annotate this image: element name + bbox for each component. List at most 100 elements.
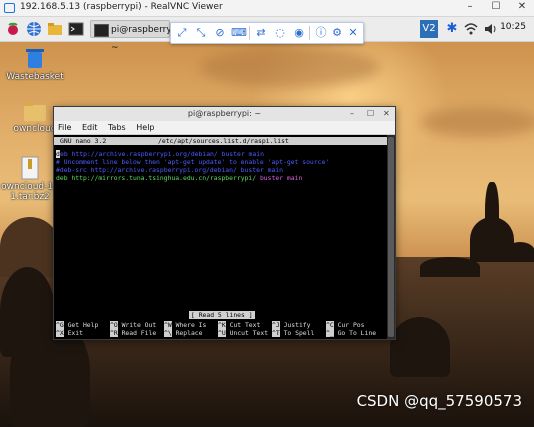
menu-file[interactable]: File: [58, 123, 71, 132]
file-line-2[interactable]: # Uncomment line below then 'apt-get upd…: [56, 158, 329, 166]
record-icon[interactable]: ◉: [291, 25, 307, 41]
shortcut-label: To Spell: [283, 329, 315, 337]
shortcut-write-out[interactable]: ^O Write Out: [110, 321, 156, 329]
shortcut-get-help[interactable]: ^G Get Help: [56, 321, 98, 329]
scale-icon[interactable]: ⤡: [193, 25, 209, 41]
menu-help[interactable]: Help: [136, 123, 154, 132]
shortcut-exit[interactable]: ^X Exit: [56, 329, 83, 337]
file-line-text: #deb-src http://archive.raspberrypi.org/…: [56, 166, 284, 174]
menu-tabs[interactable]: Tabs: [108, 123, 126, 132]
folder-icon: [23, 100, 47, 122]
shortcut-label: Get Help: [67, 321, 99, 329]
terminal-launcher-icon[interactable]: [68, 21, 84, 37]
shortcut-go-to-line[interactable]: ^_ Go To Line: [326, 329, 376, 337]
terminal-close-button[interactable]: ✕: [383, 107, 390, 121]
file-line-text: eb http://archive.raspberrypi.org/debian…: [60, 150, 264, 158]
file-manager-icon[interactable]: [47, 21, 63, 37]
shortcut-label: Read File: [121, 329, 157, 337]
terminal-minimize-button[interactable]: –: [350, 107, 354, 121]
nano-header: GNU nano 3.2 /etc/apt/sources.list.d/ras…: [54, 137, 387, 145]
vnc-toolbar: ⤢ ⤡ ⊘ ⌨ ⇄ ◌ ◉ ⓘ ⚙ ✕: [170, 22, 364, 44]
transfer-icon[interactable]: ⇄: [253, 25, 269, 41]
close-icon[interactable]: ✕: [345, 25, 361, 41]
shortcut-label: Justify: [283, 321, 311, 329]
volume-icon[interactable]: [483, 21, 499, 37]
shortcut-key: ^K: [218, 321, 226, 329]
wastebasket-icon: [23, 46, 47, 70]
close-window-button[interactable]: ✕: [512, 1, 532, 15]
wifi-icon[interactable]: [463, 21, 479, 37]
desktop-icon-owncloud-archive[interactable]: owncloud-10 1.tar.bz2: [0, 156, 60, 202]
scrollbar-thumb[interactable]: [388, 137, 394, 337]
send-keys-icon[interactable]: ⌨: [231, 25, 247, 41]
shortcut-key: ^U: [218, 329, 226, 337]
bluetooth-icon[interactable]: ✱: [444, 21, 460, 37]
maximize-button[interactable]: ☐: [486, 1, 506, 15]
nano-shortcuts-row-2: ^X Exit ^R Read File ^\ Replace ^U Uncut…: [54, 329, 387, 337]
file-line-text: # Uncomment line below then 'apt-get upd…: [56, 158, 330, 166]
shortcut-read-file[interactable]: ^R Read File: [110, 329, 156, 337]
raspberry-menu-icon[interactable]: [5, 21, 21, 37]
desktop-icon-label: Wastebasket: [6, 72, 64, 82]
shortcut-where-is[interactable]: ^W Where Is: [164, 321, 206, 329]
shortcut-label: Cur Pos: [337, 321, 365, 329]
shortcut-to-spell[interactable]: ^T To Spell: [272, 329, 314, 337]
shortcut-cur-pos[interactable]: ^C Cur Pos: [326, 321, 365, 329]
nano-editor[interactable]: GNU nano 3.2 /etc/apt/sources.list.d/ras…: [54, 135, 387, 339]
shortcut-label: Cut Text: [229, 321, 261, 329]
shortcut-label: Go To Line: [337, 329, 377, 337]
shortcut-key: ^G: [56, 321, 64, 329]
file-line-4[interactable]: deb http://mirrors.tuna.tsinghua.edu.cn/…: [56, 174, 302, 182]
realvnc-logo-icon: [4, 3, 15, 13]
settings-icon[interactable]: ⚙: [329, 25, 345, 41]
shortcut-key: ^R: [110, 329, 118, 337]
shortcut-key: ^T: [272, 329, 280, 337]
shortcut-key: ^X: [56, 329, 64, 337]
vnc-window-titlebar: 192.168.5.13 (raspberrypi) - RealVNC Vie…: [0, 0, 534, 17]
shortcut-uncut-text[interactable]: ^U Uncut Text: [218, 329, 268, 337]
shortcut-justify[interactable]: ^J Justify: [272, 321, 311, 329]
line-component: main: [286, 174, 303, 182]
shortcut-label: Exit: [67, 329, 83, 337]
archive-icon: [20, 156, 40, 180]
shortcut-key: ^C: [326, 321, 334, 329]
desktop-icon-wastebasket[interactable]: Wastebasket: [0, 46, 70, 82]
vnc-window-title: 192.168.5.13 (raspberrypi) - RealVNC Vie…: [20, 2, 223, 12]
terminal-menubar: File Edit Tabs Help: [54, 121, 395, 135]
shortcut-key: ^\: [164, 329, 172, 337]
shortcut-key: ^W: [164, 321, 172, 329]
nano-version: GNU nano 3.2: [60, 137, 107, 145]
terminal-titlebar: pi@raspberrypi: ~ – ☐ ✕: [54, 107, 395, 121]
shortcut-cut-text[interactable]: ^K Cut Text: [218, 321, 260, 329]
vnc-server-tray-icon[interactable]: V2: [420, 20, 438, 38]
terminal-window[interactable]: pi@raspberrypi: ~ – ☐ ✕ File Edit Tabs H…: [53, 106, 396, 340]
csdn-watermark: CSDN @qq_57590573: [356, 392, 522, 410]
clock: 10:25: [500, 22, 526, 32]
shortcut-label: Replace: [175, 329, 203, 337]
terminal-task-button[interactable]: pi@raspberrypi: ~: [90, 20, 183, 53]
file-line-3[interactable]: #deb-src http://archive.raspberrypi.org/…: [56, 166, 283, 174]
fullscreen-icon[interactable]: ⤢: [174, 25, 190, 41]
desktop-icon-label: owncloud: [13, 124, 57, 134]
terminal-title: pi@raspberrypi: ~: [187, 109, 262, 118]
mute-icon[interactable]: ⊘: [212, 25, 228, 41]
chat-icon[interactable]: ◌: [272, 25, 288, 41]
terminal-maximize-button[interactable]: ☐: [367, 107, 374, 121]
shortcut-label: Uncut Text: [229, 329, 269, 337]
terminal-scrollbar[interactable]: [387, 135, 395, 339]
nano-file-path: /etc/apt/sources.list.d/raspi.list: [158, 137, 289, 145]
info-icon[interactable]: ⓘ: [313, 25, 329, 41]
nano-status-message: [ Read 5 lines ]: [189, 311, 255, 320]
minimize-button[interactable]: –: [460, 1, 480, 15]
line-url: http://mirrors.tuna.tsinghua.edu.cn/rasp…: [71, 174, 257, 182]
browser-icon[interactable]: [26, 21, 42, 37]
shortcut-key: ^_: [326, 329, 334, 337]
menu-edit[interactable]: Edit: [82, 123, 98, 132]
shortcut-label: Write Out: [121, 321, 157, 329]
desktop-icon-label: owncloud-10 1.tar.bz2: [1, 182, 59, 202]
line-suite: buster: [259, 174, 284, 182]
shortcut-key: ^J: [272, 321, 280, 329]
shortcut-replace[interactable]: ^\ Replace: [164, 329, 203, 337]
file-line-1[interactable]: deb http://archive.raspberrypi.org/debia…: [56, 150, 264, 159]
terminal-icon: [94, 24, 109, 37]
